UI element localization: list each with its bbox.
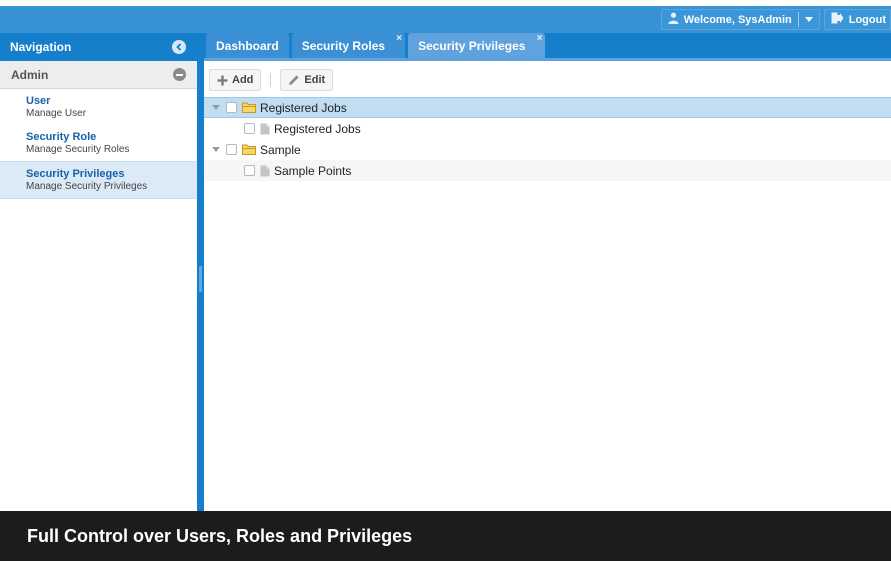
- top-bar: Welcome, SysAdmin Logout: [0, 6, 891, 33]
- close-icon[interactable]: ×: [396, 34, 402, 44]
- minus-icon[interactable]: [173, 68, 186, 81]
- tree-row-sample-points-leaf[interactable]: Sample Points: [204, 160, 891, 181]
- privileges-tree: Registered Jobs Registered Jobs Sample S…: [204, 97, 891, 181]
- sidebar-item-subtitle: Manage Security Roles: [26, 144, 130, 155]
- tab-dashboard[interactable]: Dashboard: [206, 33, 289, 58]
- logout-icon: [831, 12, 849, 27]
- logout-button[interactable]: Logout: [823, 9, 891, 30]
- sidebar-item-subtitle: Manage Security Privileges: [26, 181, 148, 192]
- add-button[interactable]: Add: [209, 69, 262, 91]
- sidebar-item-security-role[interactable]: Security Role Manage Security Roles: [0, 125, 197, 161]
- admin-group-title: Admin: [11, 67, 49, 82]
- splitter-grip[interactable]: [199, 266, 202, 292]
- tree-row-registered-jobs-folder[interactable]: Registered Jobs: [204, 97, 891, 118]
- tab-bar: Dashboard Security Roles × Security Priv…: [204, 33, 891, 61]
- sidebar-item-title: Security Privileges: [26, 168, 125, 180]
- sidebar-item-security-privileges[interactable]: Security Privileges Manage Security Priv…: [0, 161, 197, 199]
- tree-checkbox[interactable]: [244, 123, 255, 134]
- sidebar-item-subtitle: Manage User: [26, 108, 87, 119]
- welcome-label: Welcome, SysAdmin: [683, 13, 792, 26]
- tree-node-label: Registered Jobs: [274, 121, 361, 136]
- sidebar-item-title: User: [26, 95, 51, 107]
- feature-caption: Full Control over Users, Roles and Privi…: [0, 511, 891, 561]
- expand-arrow-icon[interactable]: [212, 147, 220, 152]
- folder-icon: [242, 102, 256, 113]
- tree-checkbox[interactable]: [226, 102, 237, 113]
- tree-checkbox[interactable]: [244, 165, 255, 176]
- sidebar-item-title: Security Role: [26, 131, 97, 143]
- tree-checkbox[interactable]: [226, 144, 237, 155]
- admin-group-header[interactable]: Admin: [0, 61, 197, 89]
- pencil-icon: [288, 74, 300, 86]
- document-icon: [260, 123, 270, 135]
- tree-node-label: Registered Jobs: [260, 100, 347, 115]
- sidebar-splitter[interactable]: [197, 33, 204, 511]
- chevron-left-icon[interactable]: [172, 40, 186, 54]
- tab-label: Dashboard: [216, 38, 279, 53]
- tree-row-registered-jobs-leaf[interactable]: Registered Jobs: [204, 118, 891, 139]
- plus-icon: [217, 75, 228, 86]
- top-bar-actions: Welcome, SysAdmin Logout: [660, 6, 891, 33]
- tab-security-privileges[interactable]: Security Privileges ×: [408, 33, 546, 58]
- folder-icon: [242, 144, 256, 155]
- add-label: Add: [232, 74, 254, 86]
- privileges-toolbar: Add Edit: [204, 64, 891, 96]
- expand-arrow-icon[interactable]: [212, 105, 220, 110]
- caption-text: Full Control over Users, Roles and Privi…: [27, 525, 413, 546]
- tree-row-sample-folder[interactable]: Sample: [204, 139, 891, 160]
- chevron-down-icon: [804, 17, 813, 22]
- user-menu-button[interactable]: Welcome, SysAdmin: [660, 9, 820, 30]
- tree-node-label: Sample: [260, 142, 301, 157]
- tab-label: Security Roles: [301, 38, 386, 53]
- edit-button[interactable]: Edit: [280, 69, 334, 91]
- navigation-title: Navigation: [10, 40, 72, 54]
- edit-label: Edit: [304, 74, 326, 86]
- tab-security-roles[interactable]: Security Roles ×: [291, 33, 406, 58]
- tree-node-label: Sample Points: [274, 163, 352, 178]
- navigation-header: Navigation: [0, 33, 197, 61]
- welcome-divider: [797, 12, 799, 27]
- sidebar-item-user[interactable]: User Manage User: [0, 89, 197, 125]
- user-icon: [668, 12, 679, 27]
- navigation-sidebar: Navigation Admin User Manage User Securi…: [0, 33, 197, 511]
- document-icon: [260, 165, 270, 177]
- close-icon[interactable]: ×: [537, 34, 543, 44]
- toolbar-separator: [270, 73, 272, 87]
- tab-label: Security Privileges: [418, 38, 526, 53]
- logout-label: Logout: [848, 13, 886, 26]
